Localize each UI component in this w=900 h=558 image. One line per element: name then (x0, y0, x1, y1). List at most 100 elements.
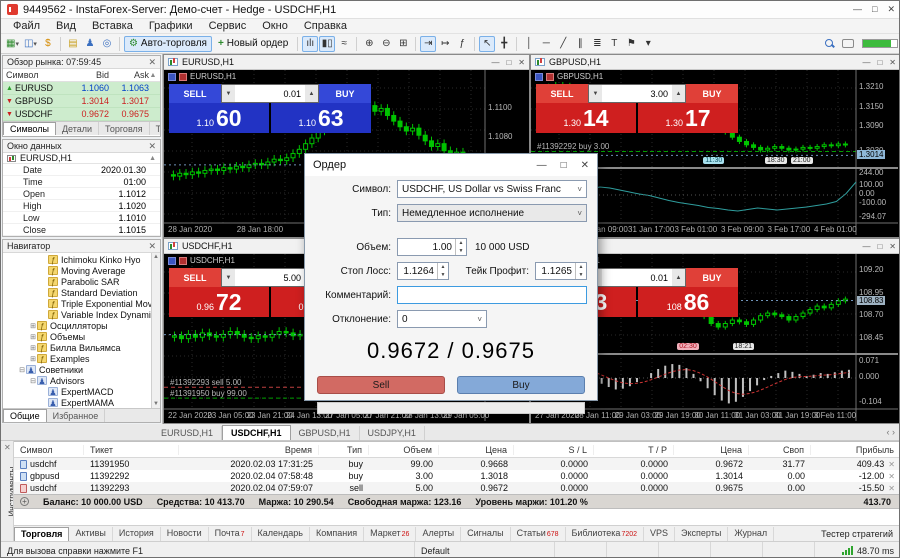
toolbox-tab-торговля[interactable]: Торговля (14, 527, 69, 541)
navigator-item-билла-вильямса[interactable]: ⊞ƒБилла Вильямса (3, 342, 160, 353)
market-watch-close-icon[interactable]: ✕ (148, 57, 156, 68)
vertical-line-button[interactable]: │ (521, 36, 537, 52)
buy-button[interactable]: Buy (457, 376, 585, 394)
volume-decrease-icon[interactable]: ▼ (589, 85, 602, 102)
navigator-item-advisors[interactable]: ⊟♟Advisors (3, 375, 160, 386)
one-click-buy-button[interactable]: BUY (686, 84, 738, 103)
toolbox-button[interactable]: ◎ (99, 36, 115, 52)
one-click-volume-input[interactable]: ▼0.01▲ (221, 84, 319, 103)
toolbox-tab-алерты[interactable]: Алерты (416, 527, 461, 541)
chart-tab-usdjpy-h1[interactable]: USDJPY,H1 (360, 426, 425, 440)
line-chart-button[interactable]: ≈ (336, 36, 352, 52)
navigator-tab-1[interactable]: Общие (3, 409, 47, 422)
chart-title-bar[interactable]: GBPUSD,H1—□✕ (531, 55, 900, 70)
minimize-button[interactable]: — (862, 242, 870, 251)
menu-Вид[interactable]: Вид (48, 20, 84, 32)
one-click-volume-input[interactable]: ▼3.00▲ (588, 84, 686, 103)
chart-tab-eurusd-h1[interactable]: EURUSD,H1 (153, 426, 222, 440)
market-watch-row-eurusd[interactable]: ▲EURUSD1.10601.1063 (3, 82, 160, 95)
market-watch-tab-1[interactable]: Символы (3, 122, 56, 135)
one-click-sell-button[interactable]: SELL (169, 268, 221, 287)
column-header[interactable]: Время (179, 445, 319, 455)
one-click-buy-button[interactable]: BUY (319, 84, 371, 103)
market-watch-tab-3[interactable]: Торговля (99, 122, 150, 135)
maximize-button[interactable]: □ (877, 242, 882, 251)
expand-icon[interactable]: ⊞ (29, 333, 37, 341)
minimize-button[interactable]: — (862, 58, 870, 67)
buy-price[interactable]: 1.1063 (271, 103, 371, 133)
volume-increase-icon[interactable]: ▲ (305, 85, 318, 102)
navigator-scrollbar[interactable]: ▲▼ (151, 253, 160, 408)
new-order-button[interactable]: +Новый ордер (213, 36, 293, 52)
maximize-button[interactable]: □ (877, 58, 882, 67)
collapse-icon[interactable]: ⊟ (18, 366, 26, 374)
profiles-button[interactable]: ◫▾ (22, 36, 39, 52)
expand-icon[interactable]: ⊞ (29, 344, 37, 352)
connection-status[interactable]: 48.70 ms (815, 542, 900, 558)
position-row-11391950[interactable]: usdchf113919502020.02.03 17:31:25buy99.0… (14, 458, 900, 470)
menu-Окно[interactable]: Окно (254, 20, 296, 32)
close-button[interactable]: ✕ (889, 58, 896, 67)
minimize-button[interactable]: — (853, 4, 862, 15)
navigator-item-осцилляторы[interactable]: ⊞ƒОсцилляторы (3, 320, 160, 331)
volume-decrease-icon[interactable]: ▼ (222, 269, 235, 286)
new-chart-button[interactable]: ▦▾ (4, 36, 21, 52)
dialog-close-button[interactable]: ✕ (581, 160, 589, 171)
status-profile[interactable]: Default (415, 542, 555, 558)
navigator-item-triple-exponential-movin[interactable]: ƒTriple Exponential Movin (3, 298, 160, 309)
toolbox-tab-новости[interactable]: Новости (161, 527, 209, 541)
toolbox-tab-эксперты[interactable]: Эксперты (675, 527, 728, 541)
volume-input[interactable]: 1.00 ▲▼ (397, 238, 467, 256)
zoom-in-button[interactable]: ⊕ (361, 36, 377, 52)
objects-dropdown[interactable]: ▾ (640, 36, 656, 52)
navigator-close-icon[interactable]: ✕ (148, 241, 156, 252)
menu-Графики[interactable]: Графики (141, 20, 201, 32)
toolbox-tab-календарь[interactable]: Календарь (252, 527, 310, 541)
spinner-buttons[interactable]: ▲▼ (455, 239, 466, 255)
navigator-button[interactable]: ♟ (82, 36, 98, 52)
horizontal-line-button[interactable]: ─ (538, 36, 554, 52)
menu-Справка[interactable]: Справка (296, 20, 355, 32)
column-header[interactable]: Тикет (84, 445, 179, 455)
navigator-item-standard-deviation[interactable]: ƒStandard Deviation (3, 287, 160, 298)
candles-button[interactable]: ▮▯ (319, 36, 335, 52)
sell-price[interactable]: 1.3014 (536, 103, 636, 133)
volume-decrease-icon[interactable]: ▼ (222, 85, 235, 102)
one-click-volume-input[interactable]: ▼0.01▲ (588, 268, 686, 287)
take-profit-input[interactable]: 1.1265 ▲▼ (535, 262, 587, 280)
column-header[interactable]: Цена (439, 445, 514, 455)
volume-increase-icon[interactable]: ▲ (672, 269, 685, 286)
chart-title-bar[interactable]: EURUSD,H1—□✕ (164, 55, 529, 70)
column-header[interactable]: Тип (319, 445, 369, 455)
market-watch-row-usdchf[interactable]: ▼USDCHF0.96720.9675 (3, 108, 160, 121)
position-row-11392293[interactable]: usdchf113922932020.02.04 07:59:07sell5.0… (14, 482, 900, 494)
spinner-buttons[interactable]: ▲▼ (437, 263, 448, 279)
market-watch-tab-2[interactable]: Детали (56, 122, 99, 135)
column-header[interactable]: S / L (514, 445, 594, 455)
navigator-item-expertmacd[interactable]: ♟ExpertMACD (3, 386, 160, 397)
strategy-tester-label[interactable]: Тестер стратегий (821, 529, 900, 539)
navigator-tab-2[interactable]: Избранное (47, 409, 106, 422)
scroll-up-icon[interactable]: ▲ (149, 155, 156, 162)
toolbox-tab-маркет[interactable]: Маркет26 (364, 527, 416, 541)
scroll-up-icon[interactable]: ▲ (149, 72, 157, 79)
navigator-item-moving-average[interactable]: ƒMoving Average (3, 265, 160, 276)
one-click-sell-button[interactable]: SELL (536, 84, 588, 103)
toolbox-tab-библиотека[interactable]: Библиотека7202 (566, 527, 645, 541)
stop-loss-input[interactable]: 1.1264 ▲▼ (397, 262, 449, 280)
menu-Вставка[interactable]: Вставка (84, 20, 141, 32)
data-window-close-icon[interactable]: ✕ (148, 141, 156, 152)
close-button[interactable]: ✕ (887, 4, 895, 15)
autotrade-button[interactable]: ⚙Авто-торговля (124, 36, 212, 52)
trendline-button[interactable]: ╱ (555, 36, 571, 52)
menu-Файл[interactable]: Файл (5, 20, 48, 32)
market-watch-tab-4[interactable]: Тики (150, 122, 160, 135)
navigator-item-expertmama[interactable]: ♟ExpertMAMA (3, 397, 160, 408)
toolbox-tab-статьи[interactable]: Статьи678 (511, 527, 566, 541)
maximize-button[interactable]: □ (506, 58, 511, 67)
one-click-buy-button[interactable]: BUY (686, 268, 738, 287)
volume-increase-icon[interactable]: ▲ (672, 85, 685, 102)
close-button[interactable]: ✕ (889, 242, 896, 251)
dialog-minimize-button[interactable]: — (537, 160, 547, 171)
toolbox-tab-активы[interactable]: Активы (69, 527, 112, 541)
